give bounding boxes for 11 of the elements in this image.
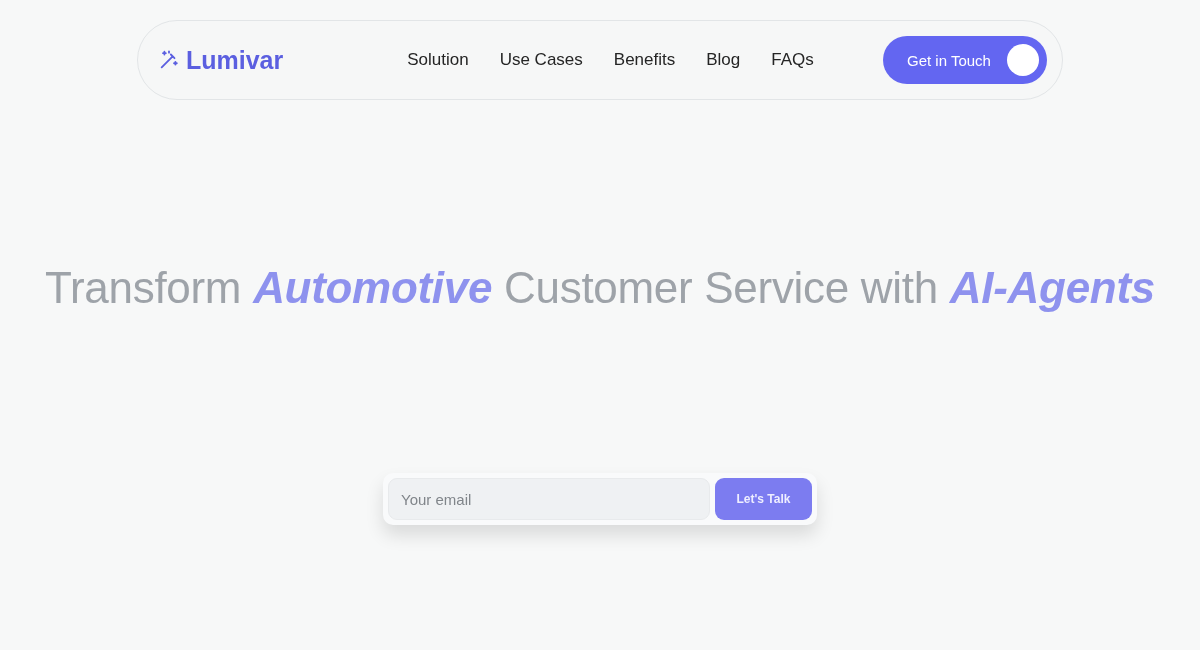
nav-link[interactable]: Use Cases	[499, 50, 583, 70]
nav-link[interactable]: Benefits	[613, 50, 676, 70]
nav-link[interactable]: Blog	[706, 50, 741, 70]
get-in-touch-button[interactable]: Get in Touch	[883, 36, 1047, 84]
nav-link[interactable]: FAQs	[771, 50, 814, 70]
magic-wand-icon	[158, 49, 180, 71]
email-field[interactable]: Your email	[388, 478, 710, 520]
brand-logo[interactable]: Lumivar	[186, 45, 284, 75]
hero-headline: Transform Automotive Customer Service with AI-Agents	[45, 263, 1155, 313]
circle-icon	[1007, 44, 1039, 76]
nav-link[interactable]: Solution	[407, 50, 469, 70]
